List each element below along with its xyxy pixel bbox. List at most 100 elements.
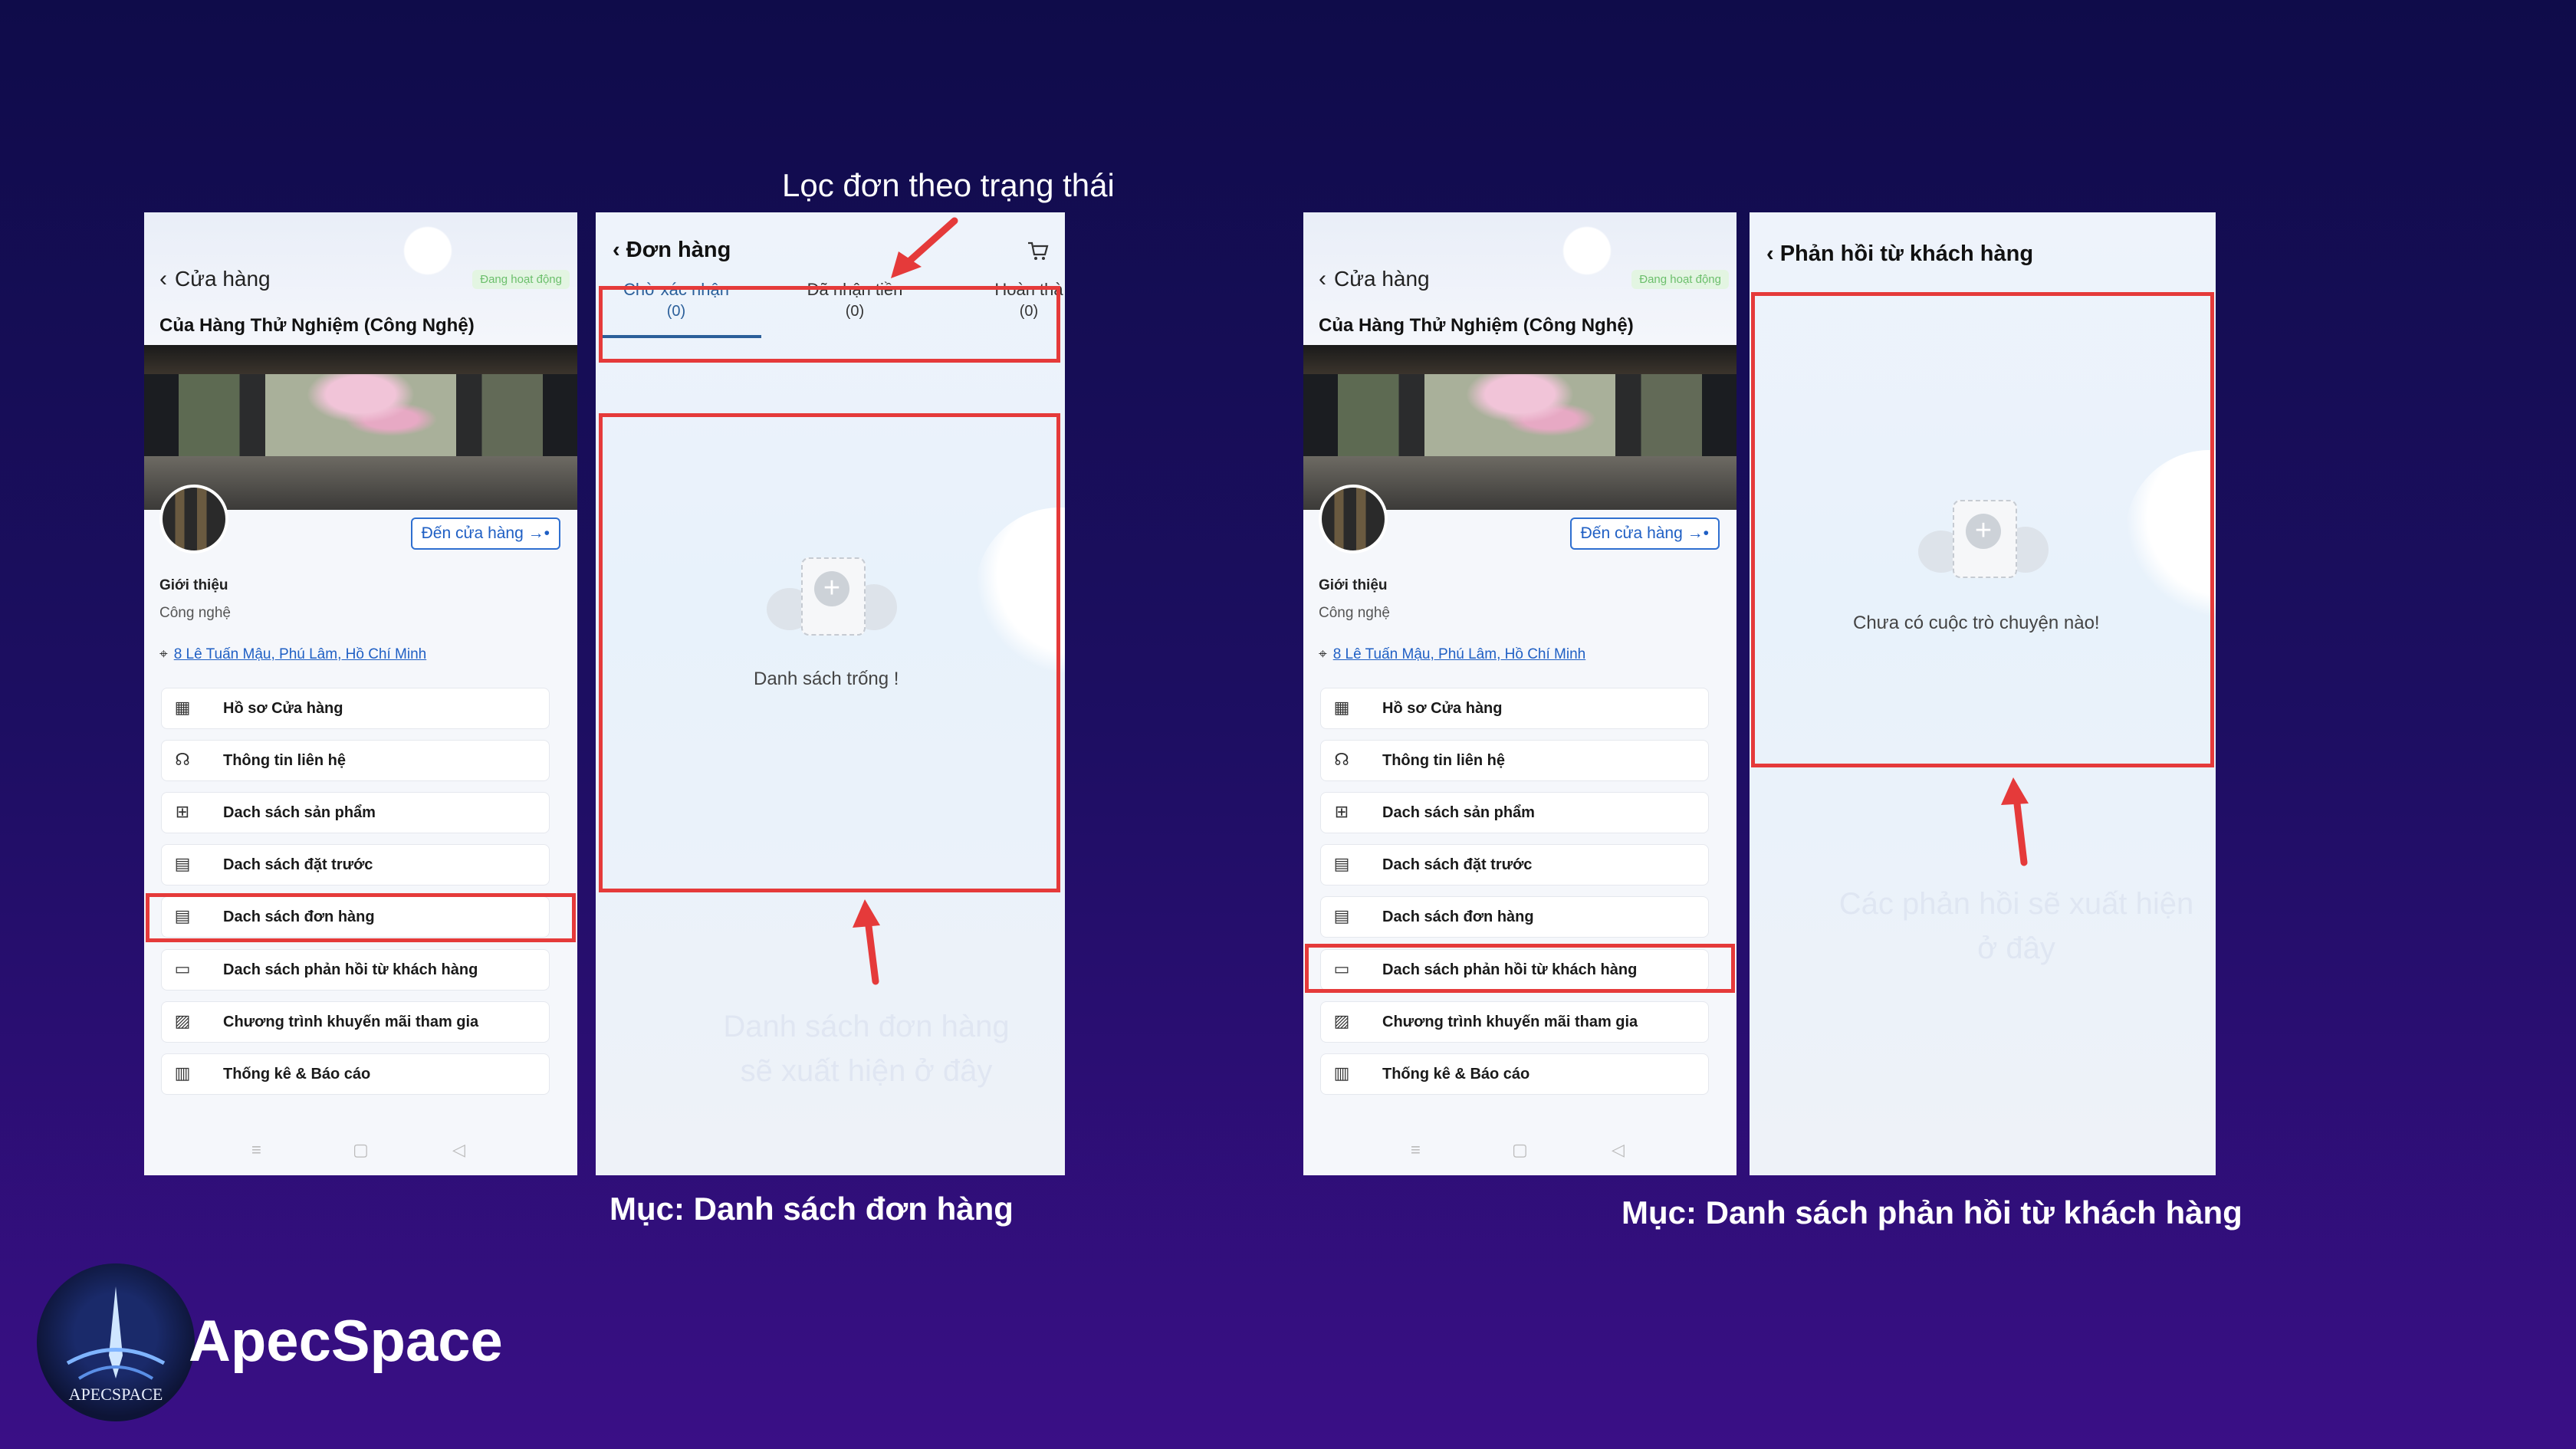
- product-icon: ⊞: [175, 802, 190, 821]
- highlight-feedback: [1305, 944, 1735, 993]
- back-button[interactable]: ‹ Cửa hàng: [1319, 266, 1430, 292]
- arrow-to-tabs-icon: [891, 217, 958, 278]
- store-banner: [1303, 345, 1737, 510]
- intro-label: Giới thiệu: [1319, 577, 1388, 593]
- feedback-screen: ‹ Phản hồi từ khách hàng + Chưa có cuộc …: [1750, 212, 2216, 1175]
- menu-label: Dach sách sản phẩm: [223, 804, 376, 821]
- store-screen-orders: ‹ Cửa hàng Đang hoạt động Của Hàng Thử Ng…: [144, 212, 577, 1175]
- menu-label: Hồ sơ Cửa hàng: [223, 700, 343, 717]
- ticket-icon: ▨: [1333, 1011, 1350, 1030]
- menu-promotions[interactable]: ▨ Chương trình khuyến mãi tham gia: [1320, 1001, 1709, 1043]
- go-to-store-label: Đến cửa hàng: [421, 524, 524, 542]
- avatar: [1319, 485, 1388, 554]
- go-to-store-button[interactable]: Đến cửa hàng →•: [1569, 518, 1720, 550]
- back-label: Cửa hàng: [175, 267, 271, 291]
- menu-label: Thống kê & Báo cáo: [1382, 1066, 1530, 1083]
- menu-statistics[interactable]: ▥ Thống kê & Báo cáo: [1320, 1053, 1709, 1095]
- menu-label: Dach sách đặt trước: [223, 856, 373, 873]
- chevron-left-icon: ‹: [1766, 242, 1780, 266]
- home-nav-icon[interactable]: ▢: [353, 1140, 369, 1160]
- feedback-placeholder-note: Các phản hồi sẽ xuất hiện ở đây: [1838, 887, 2194, 965]
- address-link[interactable]: ⌖ 8 Lê Tuấn Mậu, Phú Lâm, Hồ Chí Minh: [159, 646, 426, 663]
- brand-logo: APECSPACE: [37, 1263, 195, 1421]
- arrow-to-list-icon: [853, 899, 880, 985]
- avatar: [159, 485, 228, 554]
- location-pin-icon: ⌖: [1319, 646, 1327, 662]
- order-icon: ▤: [1333, 906, 1350, 925]
- back-button[interactable]: ‹ Cửa hàng: [159, 266, 271, 292]
- home-nav-icon[interactable]: ▢: [1512, 1140, 1528, 1160]
- headset-icon: ☊: [175, 750, 190, 769]
- rocket-logo-icon: APECSPACE: [66, 1286, 166, 1404]
- chevron-left-icon: ‹: [1319, 266, 1326, 291]
- menu-label: Chương trình khuyến mãi tham gia: [223, 1014, 479, 1030]
- orders-back-button[interactable]: ‹ Đơn hàng: [613, 238, 731, 263]
- menu-promotions[interactable]: ▨ Chương trình khuyến mãi tham gia: [161, 1001, 550, 1043]
- page-title: Đơn hàng: [626, 238, 731, 262]
- address-text: 8 Lê Tuấn Mậu, Phú Lâm, Hồ Chí Minh: [1332, 646, 1586, 662]
- menu-orders[interactable]: ▤ Dach sách đơn hàng: [1320, 896, 1709, 938]
- menu-nav-icon[interactable]: ≡: [1411, 1140, 1421, 1160]
- menu-nav-icon[interactable]: ≡: [251, 1140, 261, 1160]
- store-icon: ▦: [1333, 698, 1350, 717]
- highlight-orders: [146, 893, 576, 942]
- menu-label: Dach sách sản phẩm: [1382, 804, 1535, 821]
- chart-icon: ▥: [174, 1063, 191, 1083]
- back-nav-icon[interactable]: ◁: [1612, 1140, 1625, 1160]
- page-title: Phản hồi từ khách hàng: [1779, 242, 2034, 266]
- headset-icon: ☊: [1334, 750, 1349, 769]
- go-to-store-button[interactable]: Đến cửa hàng →•: [410, 518, 560, 550]
- chat-icon: ▭: [174, 959, 191, 978]
- menu-feedback[interactable]: ▭ Dach sách phản hồi từ khách hàng: [161, 949, 550, 991]
- menu-contact-info[interactable]: ☊ Thông tin liên hệ: [161, 740, 550, 781]
- highlight-tabs: [599, 286, 1060, 363]
- store-icon: ▦: [174, 698, 191, 717]
- filter-annotation: Lọc đơn theo trạng thái: [782, 167, 1115, 203]
- preorder-icon: ▤: [1333, 854, 1350, 873]
- menu-label: Thông tin liên hệ: [223, 752, 346, 769]
- android-nav-bar: ≡ ▢ ◁: [144, 1129, 577, 1175]
- arrow-right-icon: →•: [527, 524, 550, 542]
- menu-products[interactable]: ⊞ Dach sách sản phẩm: [1320, 792, 1709, 833]
- chart-icon: ▥: [1333, 1063, 1350, 1083]
- chevron-left-icon: ‹: [159, 266, 167, 291]
- chevron-left-icon: ‹: [613, 238, 626, 262]
- menu-preorders[interactable]: ▤ Dach sách đặt trước: [1320, 844, 1709, 886]
- arrow-right-icon: →•: [1687, 524, 1709, 542]
- menu-products[interactable]: ⊞ Dach sách sản phẩm: [161, 792, 550, 833]
- orders-placeholder-note: Danh sách đơn hàng sẽ xuất hiện ở đây: [723, 1010, 1010, 1088]
- menu-contact-info[interactable]: ☊ Thông tin liên hệ: [1320, 740, 1709, 781]
- product-icon: ⊞: [1334, 802, 1349, 821]
- menu-store-profile[interactable]: ▦ Hồ sơ Cửa hàng: [1320, 688, 1709, 729]
- store-screen-feedback: ‹ Cửa hàng Đang hoạt động Của Hàng Thử Ng…: [1303, 212, 1737, 1175]
- menu-statistics[interactable]: ▥ Thống kê & Báo cáo: [161, 1053, 550, 1095]
- cart-icon[interactable]: [1027, 240, 1050, 263]
- intro-value: Công nghệ: [1319, 605, 1390, 621]
- logo-text: APECSPACE: [69, 1385, 163, 1404]
- ticket-icon: ▨: [174, 1011, 191, 1030]
- store-header: ‹ Cửa hàng Đang hoạt động Của Hàng Thử Ng…: [1303, 212, 1737, 343]
- highlight-feedback-area: [1751, 292, 2214, 767]
- menu-store-profile[interactable]: ▦ Hồ sơ Cửa hàng: [161, 688, 550, 729]
- caption-orders: Mục: Danh sách đơn hàng: [610, 1191, 1014, 1227]
- menu-label: Dach sách đơn hàng: [1382, 909, 1534, 925]
- arrow-to-feedback-icon: [2001, 777, 2029, 866]
- feedback-back-button[interactable]: ‹ Phản hồi từ khách hàng: [1766, 242, 2033, 267]
- go-to-store-label: Đến cửa hàng: [1580, 524, 1683, 542]
- store-header: ‹ Cửa hàng Đang hoạt động Của Hàng Thử Ng…: [144, 212, 577, 343]
- menu-preorders[interactable]: ▤ Dach sách đặt trước: [161, 844, 550, 886]
- caption-feedback: Mục: Danh sách phản hồi từ khách hàng: [1622, 1194, 2242, 1230]
- android-nav-bar: ≡ ▢ ◁: [1303, 1129, 1737, 1175]
- location-pin-icon: ⌖: [159, 646, 168, 662]
- back-nav-icon[interactable]: ◁: [452, 1140, 465, 1160]
- preorder-icon: ▤: [174, 854, 191, 873]
- status-badge: Đang hoạt động: [472, 270, 570, 289]
- menu-label: Dach sách đặt trước: [1382, 856, 1533, 873]
- back-label: Cửa hàng: [1334, 267, 1430, 291]
- menu-label: Dach sách phản hồi từ khách hàng: [223, 961, 478, 978]
- address-link[interactable]: ⌖ 8 Lê Tuấn Mậu, Phú Lâm, Hồ Chí Minh: [1319, 646, 1585, 663]
- status-badge: Đang hoạt động: [1631, 270, 1729, 289]
- brand-name: ApecSpace: [189, 1309, 503, 1374]
- store-name: Của Hàng Thử Nghiệm (Công Nghệ): [1319, 315, 1634, 336]
- intro-value: Công nghệ: [159, 605, 231, 621]
